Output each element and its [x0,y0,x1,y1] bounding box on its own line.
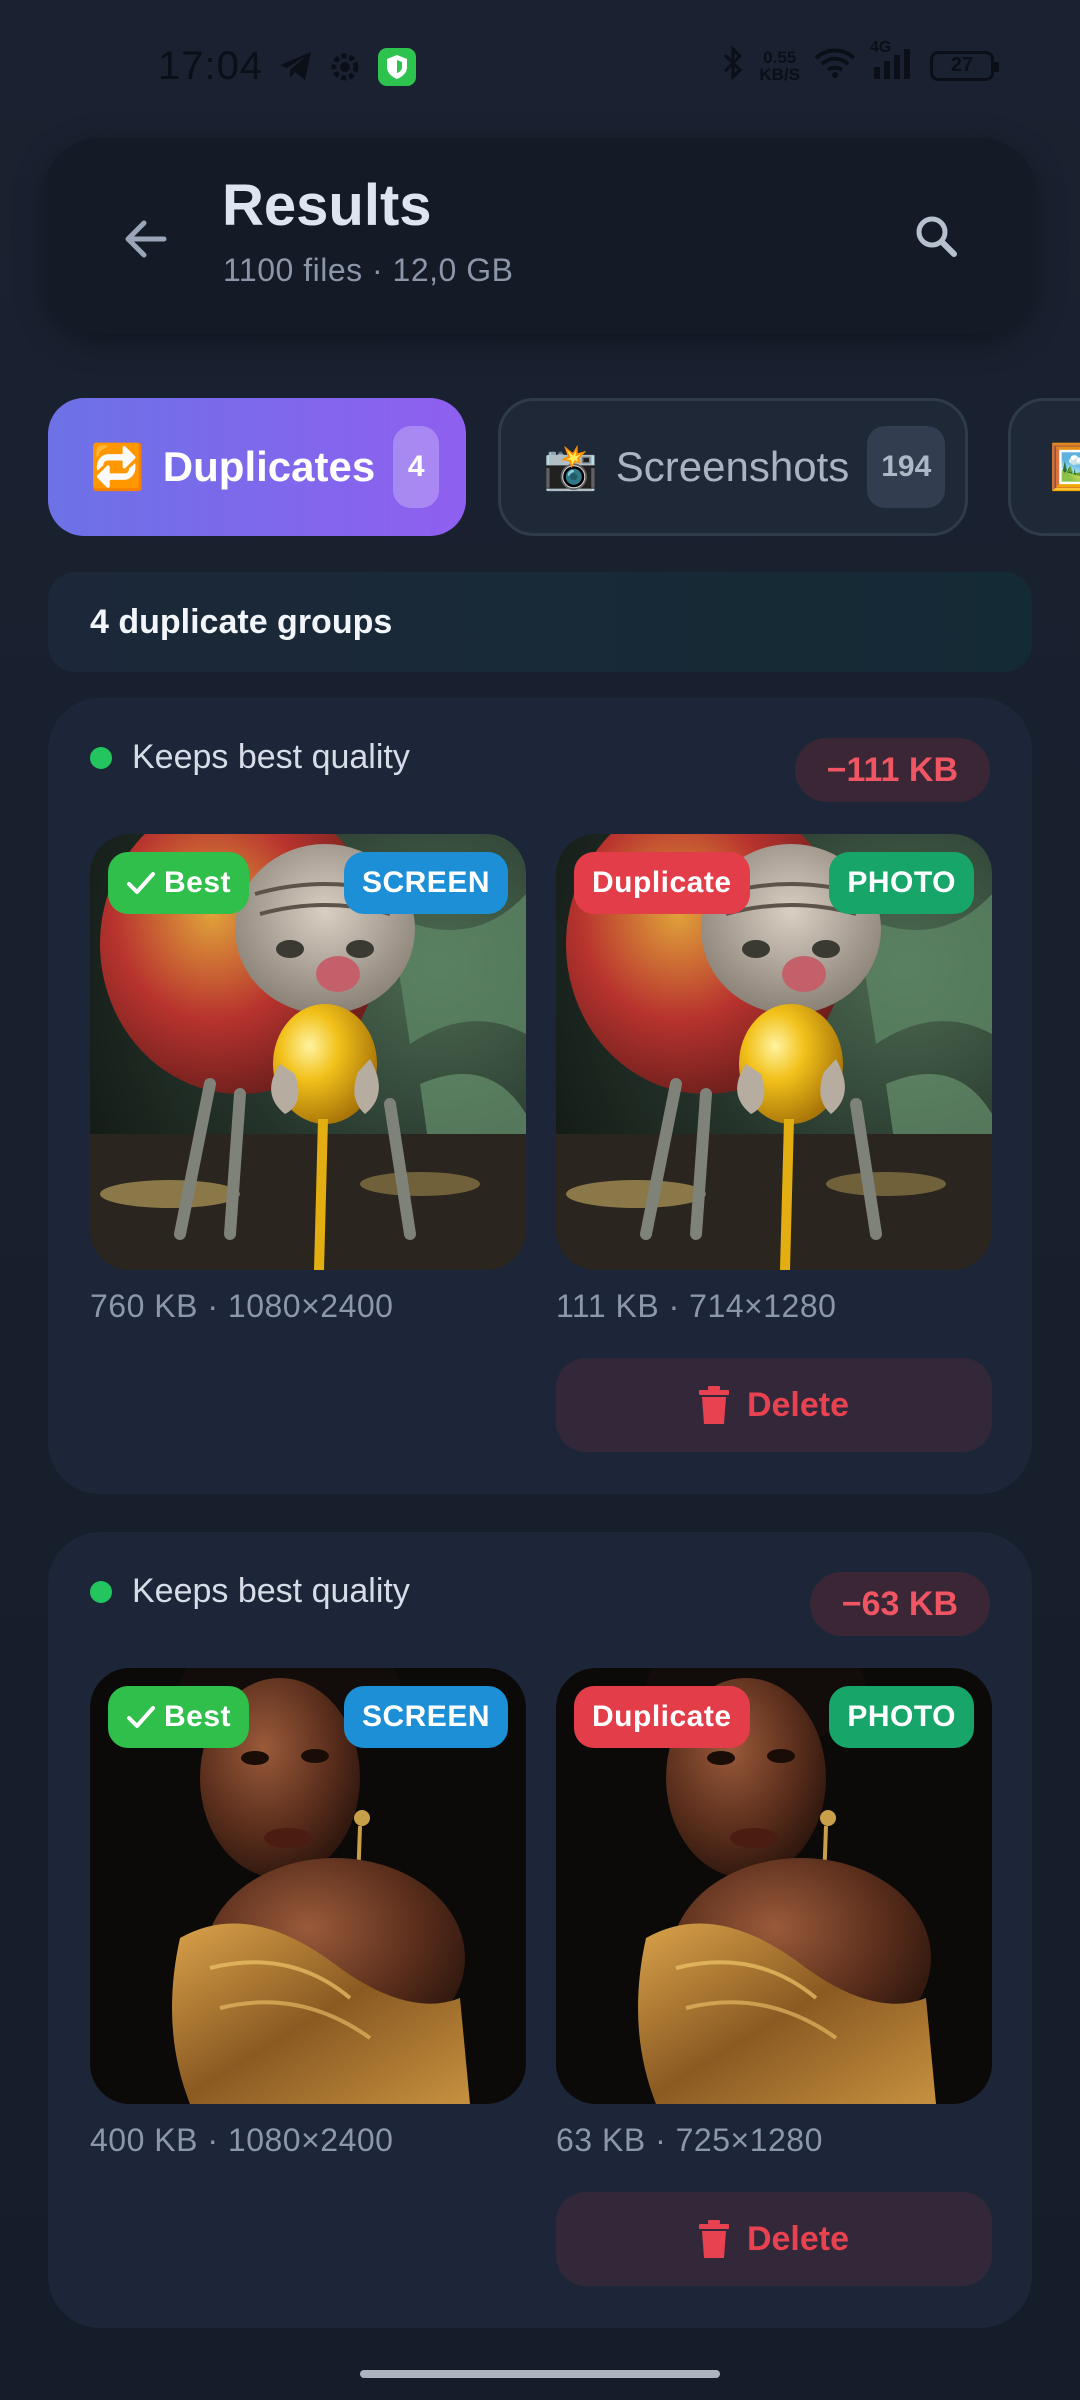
keep-image-thumbnail[interactable]: Best SCREEN [90,834,526,1270]
duplicate-badge: Duplicate [574,852,750,914]
duplicate-group-card: Keeps best quality −111 KB Best SCREEN D… [48,698,1032,1494]
keep-image-thumbnail[interactable]: Best SCREEN [90,1668,526,2104]
search-icon [912,212,960,265]
best-badge: Best [108,1686,250,1748]
network-speed: 0.55 KB/S [759,49,800,83]
tab-screenshots[interactable]: 📸 Screenshots 194 [498,398,968,536]
status-time: 17:04 [158,44,264,88]
wifi-icon [814,47,856,84]
search-button[interactable] [896,198,976,278]
delete-label: Delete [746,1385,850,1424]
check-icon [127,1706,155,1728]
network-speed-value: 0.55 [763,47,797,67]
battery-icon: 27 [930,50,999,81]
duplicate-group-card: Keeps best quality −63 KB Best SCREEN Du… [48,1532,1032,2328]
saving-badge: −63 KB [809,1572,990,1636]
tab-count-badge: 194 [867,426,946,508]
status-dot-icon [90,746,112,769]
vpn-shield-icon [378,48,416,91]
network-type: 4G [870,39,892,56]
home-indicator[interactable] [360,2370,720,2378]
app-screen: 17:04 0.55 KB/S 4G 27 Results 1100 files… [0,0,1080,2400]
duplicate-groups-banner: 4 duplicate groups [48,572,1032,672]
status-dot-icon [90,1580,112,1603]
keep-image-meta: 760 KB · 1080×2400 [90,1288,394,1324]
group-header: Keeps best quality [90,1572,410,1611]
header-card [44,138,1036,334]
check-icon [127,872,155,894]
camera-emoji-icon: 📸 [543,443,598,492]
tab-count-badge: 4 [393,426,440,508]
tab-duplicates[interactable]: 🔁 Duplicates 4 [48,398,466,536]
arrow-left-icon [122,219,168,264]
delete-button[interactable]: Delete [556,1358,992,1452]
source-badge-photo: PHOTO [829,852,974,914]
status-icons: 0.55 KB/S 4G 27 [721,39,999,85]
picture-emoji-icon: 🖼️ [1049,443,1080,492]
delete-button[interactable]: Delete [556,2192,992,2286]
source-badge-photo: PHOTO [829,1686,974,1748]
repeat-emoji-icon: 🔁 [90,443,145,492]
group-header: Keeps best quality [90,738,410,777]
status-bar: 17:04 0.55 KB/S 4G 27 [0,0,1080,130]
tab-label: Screenshots [615,443,850,490]
category-tabs: 🔁 Duplicates 4 📸 Screenshots 194 🖼️ [0,398,1080,536]
trash-icon [698,2220,729,2258]
duplicate-image-thumbnail[interactable]: Duplicate PHOTO [556,834,992,1270]
settings-gear-icon [328,50,362,89]
saving-badge: −111 KB [794,738,990,802]
delete-label: Delete [746,2219,850,2258]
duplicate-image-meta: 111 KB · 714×1280 [556,1288,837,1324]
cellular-signal-icon: 4G [870,39,916,84]
tab-pictures[interactable]: 🖼️ [1008,398,1080,536]
page-subtitle: 1100 files · 12,0 GB [223,252,514,288]
tab-label: Duplicates [162,443,376,490]
source-badge-screen: SCREEN [343,1686,508,1748]
page-title: Results [222,173,432,238]
telegram-icon [278,50,314,87]
network-speed-unit: KB/S [759,64,800,84]
duplicate-image-thumbnail[interactable]: Duplicate PHOTO [556,1668,992,2104]
bluetooth-icon [721,45,745,85]
group-label: Keeps best quality [132,738,410,776]
battery-level: 27 [950,54,974,76]
group-label: Keeps best quality [132,1572,410,1610]
duplicate-badge: Duplicate [574,1686,750,1748]
trash-icon [698,1386,729,1424]
duplicate-image-meta: 63 KB · 725×1280 [556,2122,823,2158]
back-button[interactable] [110,206,180,276]
best-badge-label: Best [164,1700,232,1733]
best-badge-label: Best [164,866,232,899]
best-badge: Best [108,852,250,914]
keep-image-meta: 400 KB · 1080×2400 [90,2122,394,2158]
source-badge-screen: SCREEN [343,852,508,914]
